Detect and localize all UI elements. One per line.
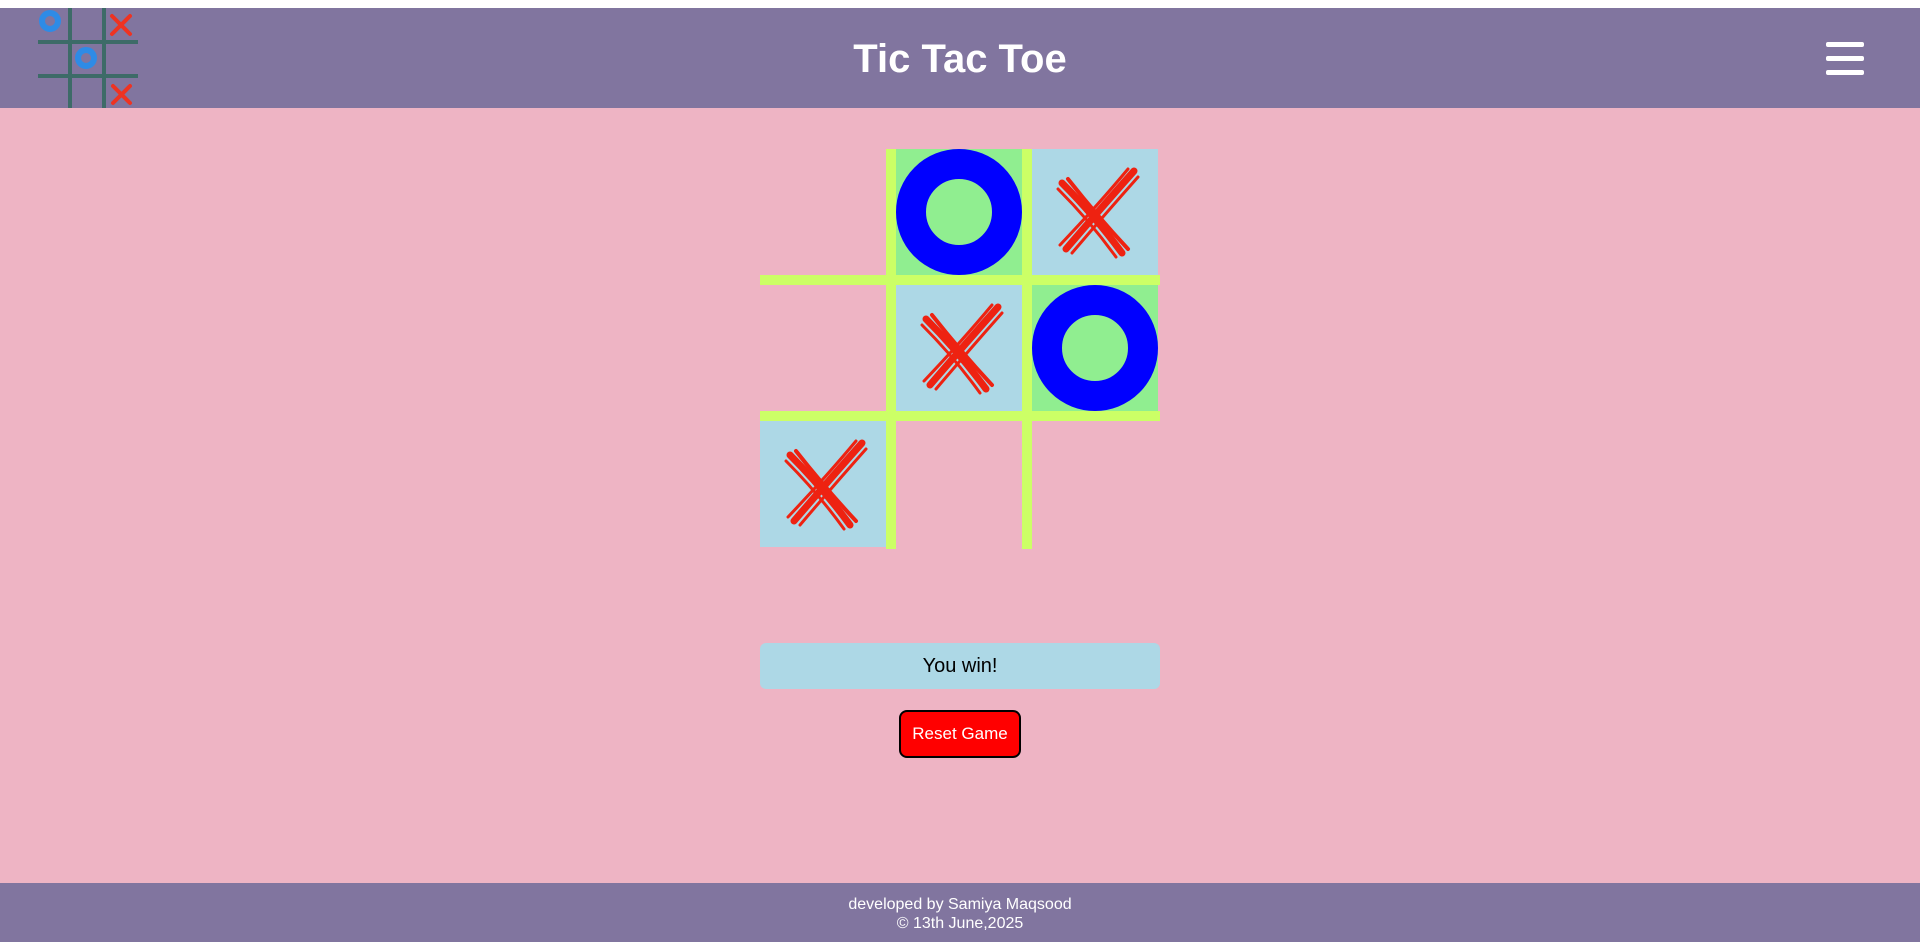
board-cell[interactable] (760, 149, 886, 275)
menu-bar (1826, 56, 1864, 61)
menu-bar (1826, 70, 1864, 75)
board-cell[interactable] (1032, 149, 1158, 275)
page: Tic Tac Toe You win! Reset Game develope… (0, 0, 1920, 945)
o-mark-icon (1032, 285, 1158, 411)
page-title: Tic Tac Toe (853, 37, 1067, 81)
status-message: You win! (760, 643, 1160, 689)
board-cell[interactable] (760, 285, 886, 411)
board-cell[interactable] (1032, 285, 1158, 411)
board-cell[interactable] (896, 285, 1022, 411)
o-mark-icon (896, 149, 1022, 275)
board-grid-line (1022, 149, 1032, 549)
reset-game-button[interactable]: Reset Game (899, 710, 1021, 758)
footer: developed by Samiya Maqsood © 13th June,… (0, 883, 1920, 942)
board-cell[interactable] (760, 421, 886, 547)
hamburger-menu-icon[interactable] (1826, 42, 1864, 76)
board-cell[interactable] (896, 149, 1022, 275)
footer-credit: developed by Samiya Maqsood (848, 896, 1072, 913)
top-border (0, 0, 1920, 8)
game-board (760, 149, 1160, 549)
menu-bar (1826, 42, 1864, 47)
board-cell[interactable] (896, 421, 1022, 547)
x-mark-icon (920, 303, 1004, 395)
x-mark-icon (784, 439, 868, 531)
board-grid-line (760, 411, 1160, 421)
footer-copyright: © 13th June,2025 (896, 915, 1024, 932)
header: Tic Tac Toe (0, 8, 1920, 108)
x-mark-icon (1056, 167, 1140, 259)
board-grid-line (886, 149, 896, 549)
board-grid-line (760, 275, 1160, 285)
board-cell[interactable] (1032, 421, 1158, 547)
